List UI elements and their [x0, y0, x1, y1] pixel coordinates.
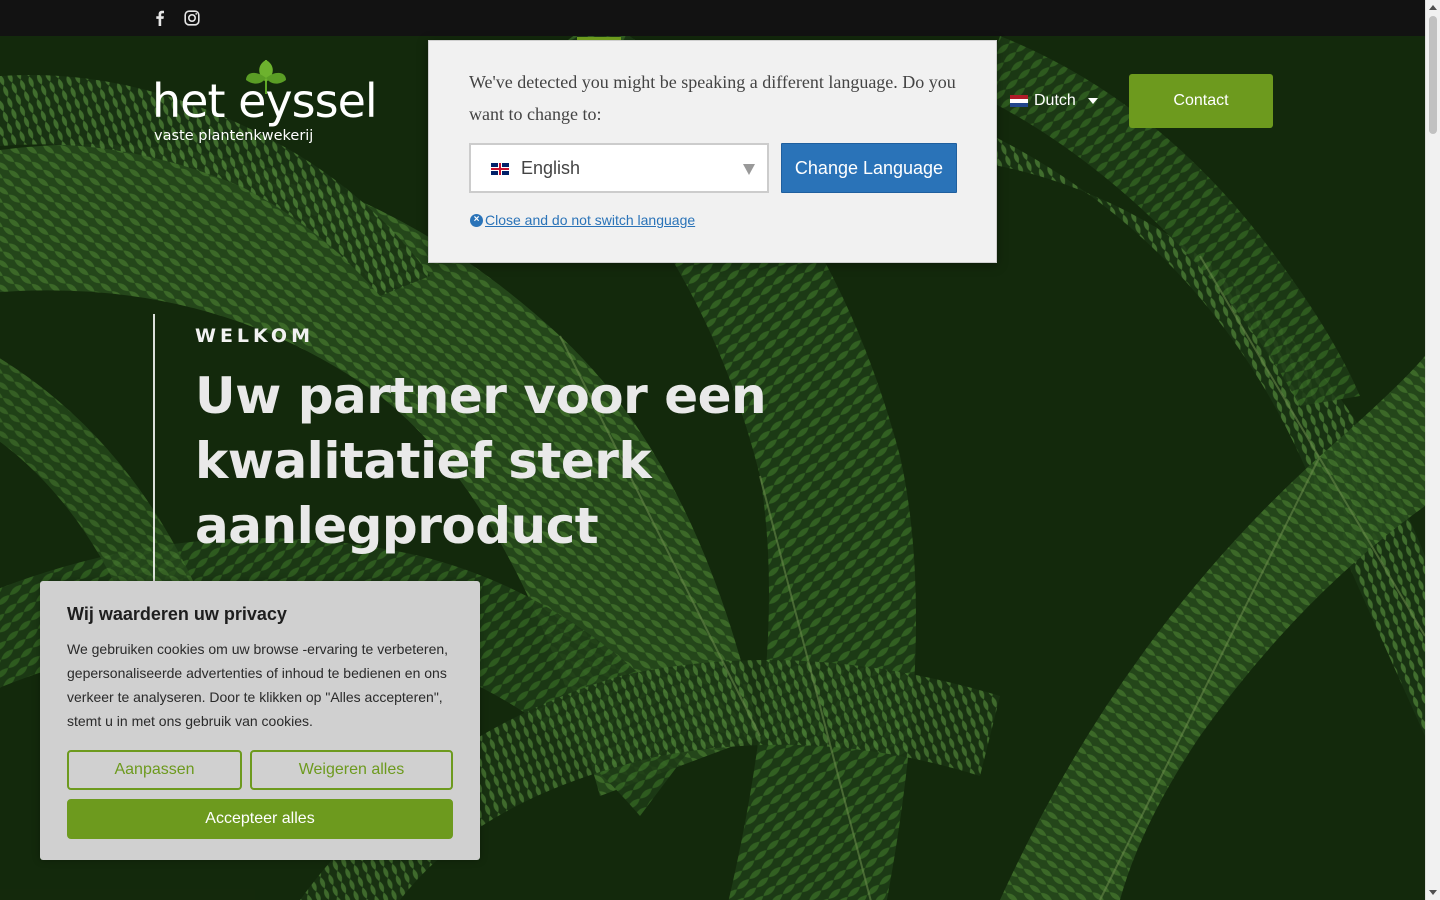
facebook-icon[interactable]: [151, 9, 169, 27]
cookie-consent-banner: Wij waarderen uw privacy We gebruiken co…: [40, 581, 480, 860]
close-language-dialog-link[interactable]: × Close and do not switch language: [470, 212, 695, 228]
hero-headline: Uw partner voor een kwalitatief sterk aa…: [195, 367, 767, 555]
change-language-button[interactable]: Change Language: [781, 143, 957, 193]
uk-flag-icon: [491, 163, 509, 175]
close-link-label: Close and do not switch language: [485, 212, 696, 228]
hero-eyebrow: WELKOM: [195, 325, 314, 347]
accept-all-cookies-button[interactable]: Accepteer alles: [67, 799, 453, 839]
reject-all-cookies-button[interactable]: Weigeren alles: [250, 750, 453, 790]
language-select[interactable]: English: [469, 143, 769, 193]
language-label: Dutch: [1034, 92, 1076, 109]
dutch-flag-icon: [1010, 95, 1028, 107]
dropdown-arrow-icon: [743, 164, 755, 175]
site-logo[interactable]: het eyssel vaste plantenkwekerij: [152, 56, 382, 151]
scroll-up-icon[interactable]: [1429, 5, 1437, 10]
instagram-icon[interactable]: [183, 9, 201, 27]
customize-cookies-button[interactable]: Aanpassen: [67, 750, 242, 790]
selected-language: English: [521, 157, 581, 178]
cookie-description: We gebruiken cookies om uw browse -ervar…: [67, 641, 449, 729]
language-switcher[interactable]: Dutch: [1010, 90, 1098, 112]
nav-active-indicator: [577, 37, 621, 40]
contact-button[interactable]: Contact: [1129, 74, 1273, 128]
language-detection-dialog: We've detected you might be speaking a d…: [428, 37, 997, 263]
hero-divider: [153, 314, 155, 584]
logo-tagline: vaste plantenkwekerij: [154, 128, 314, 144]
page-scrollbar[interactable]: [1425, 0, 1440, 900]
top-bar: [0, 0, 1425, 36]
scrollbar-thumb[interactable]: [1429, 16, 1437, 134]
close-circle-icon: ×: [470, 213, 483, 227]
logo-wordmark: het eyssel: [152, 74, 378, 128]
chevron-down-icon: [1087, 98, 1098, 104]
scroll-down-icon[interactable]: [1429, 890, 1437, 895]
language-detection-message: We've detected you might be speaking a d…: [469, 72, 956, 124]
cookie-title: Wij waarderen uw privacy: [67, 604, 287, 624]
